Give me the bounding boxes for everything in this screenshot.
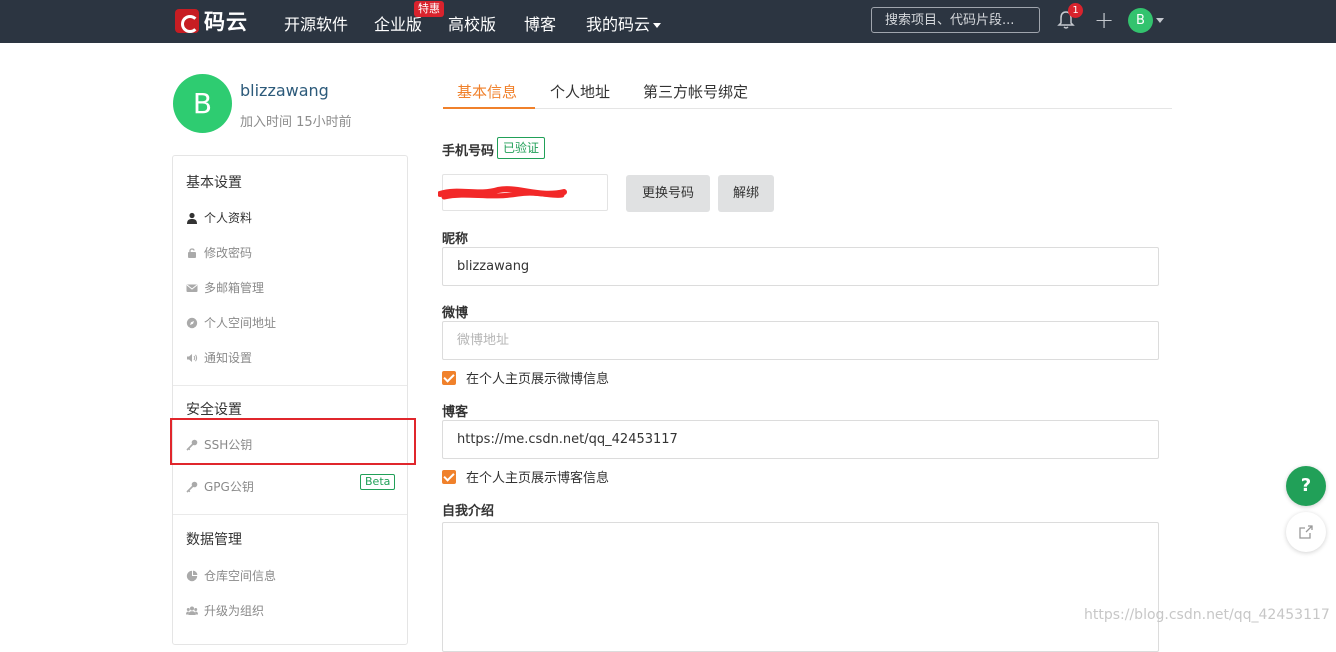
weibo-label: 微博 bbox=[442, 306, 469, 321]
external-link-icon bbox=[1299, 525, 1313, 539]
sidebar-item-notifications[interactable]: 通知设置 bbox=[186, 349, 252, 366]
envelope-icon bbox=[186, 284, 198, 292]
sidebar-divider bbox=[173, 385, 407, 386]
tab-third-party-binding[interactable]: 第三方帐号绑定 bbox=[643, 81, 748, 102]
blog-show-checkbox-row[interactable]: 在个人主页展示博客信息 bbox=[442, 467, 609, 486]
lock-icon bbox=[188, 247, 196, 258]
settings-sidebar: 基本设置 个人资料 修改密码 多邮箱管理 个人空间地址 通知设置 安全设置 SS… bbox=[172, 155, 408, 645]
nickname-label: 昵称 bbox=[442, 232, 469, 247]
sidebar-item-label: 个人资料 bbox=[204, 211, 253, 225]
intro-label: 自我介绍 bbox=[442, 504, 495, 519]
beta-badge: Beta bbox=[360, 474, 396, 490]
notification-count-badge: 1 bbox=[1068, 3, 1083, 18]
weibo-show-checkbox-row[interactable]: 在个人主页展示微博信息 bbox=[442, 368, 609, 387]
sidebar-item-label: GPG公钥 bbox=[204, 480, 254, 494]
verified-badge: 已验证 bbox=[497, 137, 546, 159]
section-title-basic: 基本设置 bbox=[186, 175, 242, 191]
profile-joined-time: 加入时间 15小时前 bbox=[240, 115, 352, 130]
settings-tabs: 基本信息 个人地址 第三方帐号绑定 bbox=[443, 77, 1172, 109]
nav-university[interactable]: 高校版 bbox=[448, 11, 496, 35]
sidebar-item-space-address[interactable]: 个人空间地址 bbox=[186, 314, 276, 331]
section-title-data: 数据管理 bbox=[186, 532, 242, 548]
sidebar-item-upgrade-org[interactable]: 升级为组织 bbox=[186, 602, 264, 619]
compass-icon bbox=[186, 317, 198, 328]
phone-label: 手机号码 bbox=[442, 144, 495, 159]
unbind-button[interactable]: 解绑 bbox=[718, 175, 774, 212]
logo[interactable]: 码云 bbox=[175, 8, 248, 34]
profile-username[interactable]: blizzawang bbox=[240, 81, 329, 100]
active-tab-indicator bbox=[443, 107, 535, 109]
chevron-down-icon bbox=[653, 23, 662, 28]
weibo-show-label: 在个人主页展示微博信息 bbox=[466, 372, 610, 387]
blog-label: 博客 bbox=[442, 405, 469, 420]
blog-show-label: 在个人主页展示博客信息 bbox=[466, 471, 610, 486]
gitee-logo-icon bbox=[175, 9, 199, 33]
volume-icon bbox=[187, 353, 198, 362]
nickname-input[interactable]: blizzawang bbox=[442, 247, 1159, 286]
sidebar-item-gpg-keys[interactable]: GPG公钥 bbox=[186, 478, 254, 495]
sidebar-item-repo-space[interactable]: 仓库空间信息 bbox=[186, 567, 276, 584]
user-avatar-menu[interactable]: B bbox=[1128, 8, 1153, 33]
sidebar-item-label: 个人空间地址 bbox=[204, 316, 277, 330]
blog-show-checkbox[interactable] bbox=[442, 469, 456, 484]
tab-basic-info[interactable]: 基本信息 bbox=[457, 81, 517, 102]
weibo-input[interactable]: 微博地址 bbox=[442, 321, 1159, 360]
top-navbar: 码云 开源软件 企业版 特惠 高校版 博客 我的码云 1 + B bbox=[0, 0, 1336, 43]
change-number-button[interactable]: 更换号码 bbox=[626, 175, 710, 212]
sidebar-item-label: 仓库空间信息 bbox=[204, 569, 277, 583]
logo-text: 码云 bbox=[204, 10, 248, 34]
sidebar-item-label: 修改密码 bbox=[204, 246, 253, 260]
weibo-show-checkbox[interactable] bbox=[442, 370, 456, 385]
sidebar-item-label: 升级为组织 bbox=[204, 604, 265, 618]
nav-my-gitee[interactable]: 我的码云 bbox=[586, 11, 662, 35]
nav-blog[interactable]: 博客 bbox=[524, 11, 556, 35]
tab-personal-address[interactable]: 个人地址 bbox=[550, 81, 610, 102]
section-title-security: 安全设置 bbox=[186, 402, 242, 418]
users-icon bbox=[186, 606, 198, 615]
sidebar-item-label: 通知设置 bbox=[204, 351, 253, 365]
annotation-highlight-box bbox=[170, 418, 416, 465]
plus-icon[interactable]: + bbox=[1094, 8, 1114, 32]
nav-open-source[interactable]: 开源软件 bbox=[284, 11, 348, 35]
user-icon bbox=[187, 212, 197, 224]
sidebar-divider bbox=[173, 514, 407, 515]
help-button[interactable]: ? bbox=[1286, 466, 1326, 506]
enterprise-promo-badge: 特惠 bbox=[414, 1, 444, 17]
nav-my-gitee-label: 我的码云 bbox=[586, 15, 651, 34]
profile-avatar[interactable]: B bbox=[173, 74, 232, 133]
avatar-chevron-down-icon[interactable] bbox=[1156, 18, 1164, 23]
sidebar-item-profile[interactable]: 个人资料 bbox=[186, 209, 252, 226]
intro-textarea[interactable] bbox=[442, 522, 1159, 652]
blog-input[interactable]: https://me.csdn.net/qq_42453117 bbox=[442, 420, 1159, 459]
sidebar-item-label: 多邮箱管理 bbox=[204, 281, 265, 295]
pie-chart-icon bbox=[186, 570, 198, 581]
search-input[interactable] bbox=[871, 7, 1040, 33]
redaction-scribble bbox=[438, 186, 567, 200]
key-icon bbox=[186, 481, 198, 493]
sidebar-item-emails[interactable]: 多邮箱管理 bbox=[186, 279, 264, 296]
sidebar-item-password[interactable]: 修改密码 bbox=[186, 244, 252, 261]
watermark-text: https://blog.csdn.net/qq_42453117 bbox=[1084, 607, 1330, 623]
feedback-button[interactable] bbox=[1286, 512, 1326, 552]
